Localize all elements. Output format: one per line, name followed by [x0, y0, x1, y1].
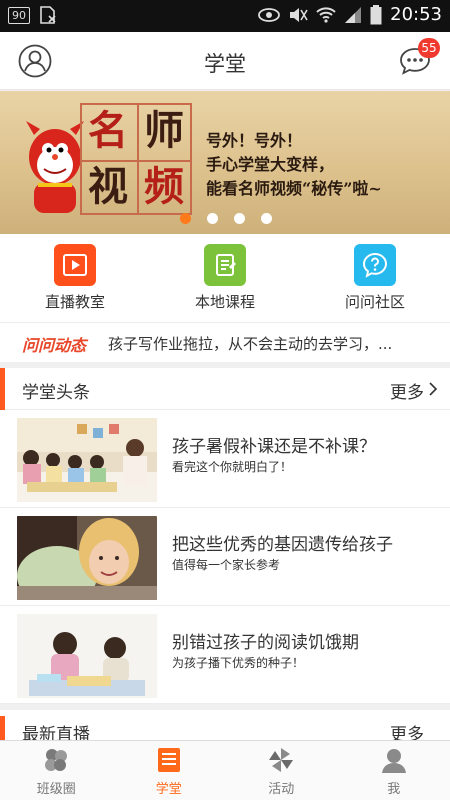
article-thumbnail [17, 418, 157, 502]
notification-badge: 90 [8, 6, 30, 24]
no-sim-icon [40, 6, 56, 24]
section-accent-bar [0, 716, 5, 742]
mute-icon [290, 7, 308, 22]
slogan-line: 手心学堂大变样， [206, 155, 335, 174]
tab-me[interactable]: 我 [338, 741, 450, 800]
carousel-dot[interactable] [234, 213, 245, 224]
page-title: 学堂 [204, 52, 246, 76]
ticker-tag: 问问动态 [22, 336, 87, 355]
quick-entry-bar: 直播教室 本地课程 问问社区 [0, 234, 450, 322]
tab-label: 我 [387, 782, 401, 797]
article-subtitle: 值得每一个家长参考 [172, 558, 281, 572]
live-section-header: 最新直播 更多 [0, 710, 450, 742]
article-row[interactable]: 把这些优秀的基因遗传给孩子 值得每一个家长参考 [0, 508, 450, 606]
entry-label: 本地课程 [194, 293, 255, 311]
grid-char: 视 [88, 163, 128, 210]
qa-news-ticker[interactable]: 问问动态 孩子写作业拖拉，从不会主动的去学习，... [0, 322, 450, 362]
signal-icon [345, 6, 362, 23]
more-link[interactable]: 更多 [390, 378, 424, 403]
banner-slogan: 号外！号外！ 手心学堂大变样， 能看名师视频“秘传”啦~ [206, 129, 382, 201]
grid-char: 师 [144, 107, 184, 154]
slogan-line: 号外！号外！ [206, 131, 303, 150]
article-subtitle: 看完这个你就明白了！ [172, 460, 293, 474]
class-circle-icon [45, 749, 68, 771]
tab-label: 学堂 [155, 782, 182, 797]
section-accent-bar [0, 368, 5, 410]
school-icon [157, 748, 180, 772]
tab-label: 班级圈 [36, 782, 76, 797]
more-link[interactable]: 更多 [390, 720, 424, 742]
carousel-dot[interactable] [261, 213, 272, 224]
wifi-icon [316, 6, 336, 23]
tab-class-circle[interactable]: 班级圈 [0, 741, 113, 800]
banner-title-grid: 名 师 视 频 [80, 103, 192, 215]
pinwheel-icon [269, 748, 294, 772]
headlines-section-header: 学堂头条 更多 [0, 368, 450, 410]
article-thumbnail [17, 516, 157, 600]
question-icon [354, 244, 396, 286]
play-icon [54, 244, 96, 286]
article-title: 孩子暑假补课还是不补课？ [172, 437, 376, 457]
slogan-line: 能看名师视频“秘传”啦~ [206, 179, 382, 198]
article-row[interactable]: 孩子暑假补课还是不补课？ 看完这个你就明白了！ [0, 410, 450, 508]
bottom-tab-bar: 班级圈 学堂 活动 我 [0, 740, 450, 800]
tab-school[interactable]: 学堂 [113, 741, 226, 800]
profile-icon [381, 749, 406, 773]
entry-label: 问问社区 [344, 293, 405, 311]
entry-local-courses[interactable]: 本地课程 [150, 234, 300, 322]
battery-icon [370, 4, 382, 24]
ticker-text[interactable]: 孩子写作业拖拉，从不会主动的去学习，... [108, 333, 438, 354]
tab-activity[interactable]: 活动 [225, 741, 338, 800]
article-subtitle: 为孩子播下优秀的种子！ [172, 656, 305, 670]
app-header: 学堂 55 [0, 32, 450, 90]
article-title: 把这些优秀的基因遗传给孩子 [172, 535, 393, 555]
section-title: 学堂头条 [22, 383, 90, 403]
carousel-dot[interactable] [207, 213, 218, 224]
carousel-dot[interactable] [180, 213, 191, 224]
section-title: 最新直播 [22, 725, 90, 742]
entry-live-classroom[interactable]: 直播教室 [0, 234, 150, 322]
notebook-icon [204, 244, 246, 286]
article-thumbnail [17, 614, 157, 698]
status-bar: 90 20:53 [0, 0, 450, 32]
grid-char: 名 [88, 107, 128, 154]
chevron-right-icon[interactable] [428, 382, 438, 396]
clock: 20:53 [390, 4, 442, 25]
entry-qa-community[interactable]: 问问社区 [300, 234, 450, 322]
grid-char: 频 [144, 163, 184, 210]
message-count-badge: 55 [418, 38, 440, 58]
carousel-indicator[interactable] [180, 213, 272, 224]
eye-icon [258, 7, 281, 22]
headline-list: 孩子暑假补课还是不补课？ 看完这个你就明白了！ 把这些优秀的基因遗传给孩子 值得… [0, 410, 450, 704]
entry-label: 直播教室 [44, 293, 105, 311]
article-row[interactable]: 别错过孩子的阅读饥饿期 为孩子播下优秀的种子！ [0, 606, 450, 704]
tab-label: 活动 [268, 782, 295, 797]
article-title: 别错过孩子的阅读饥饿期 [172, 633, 359, 653]
